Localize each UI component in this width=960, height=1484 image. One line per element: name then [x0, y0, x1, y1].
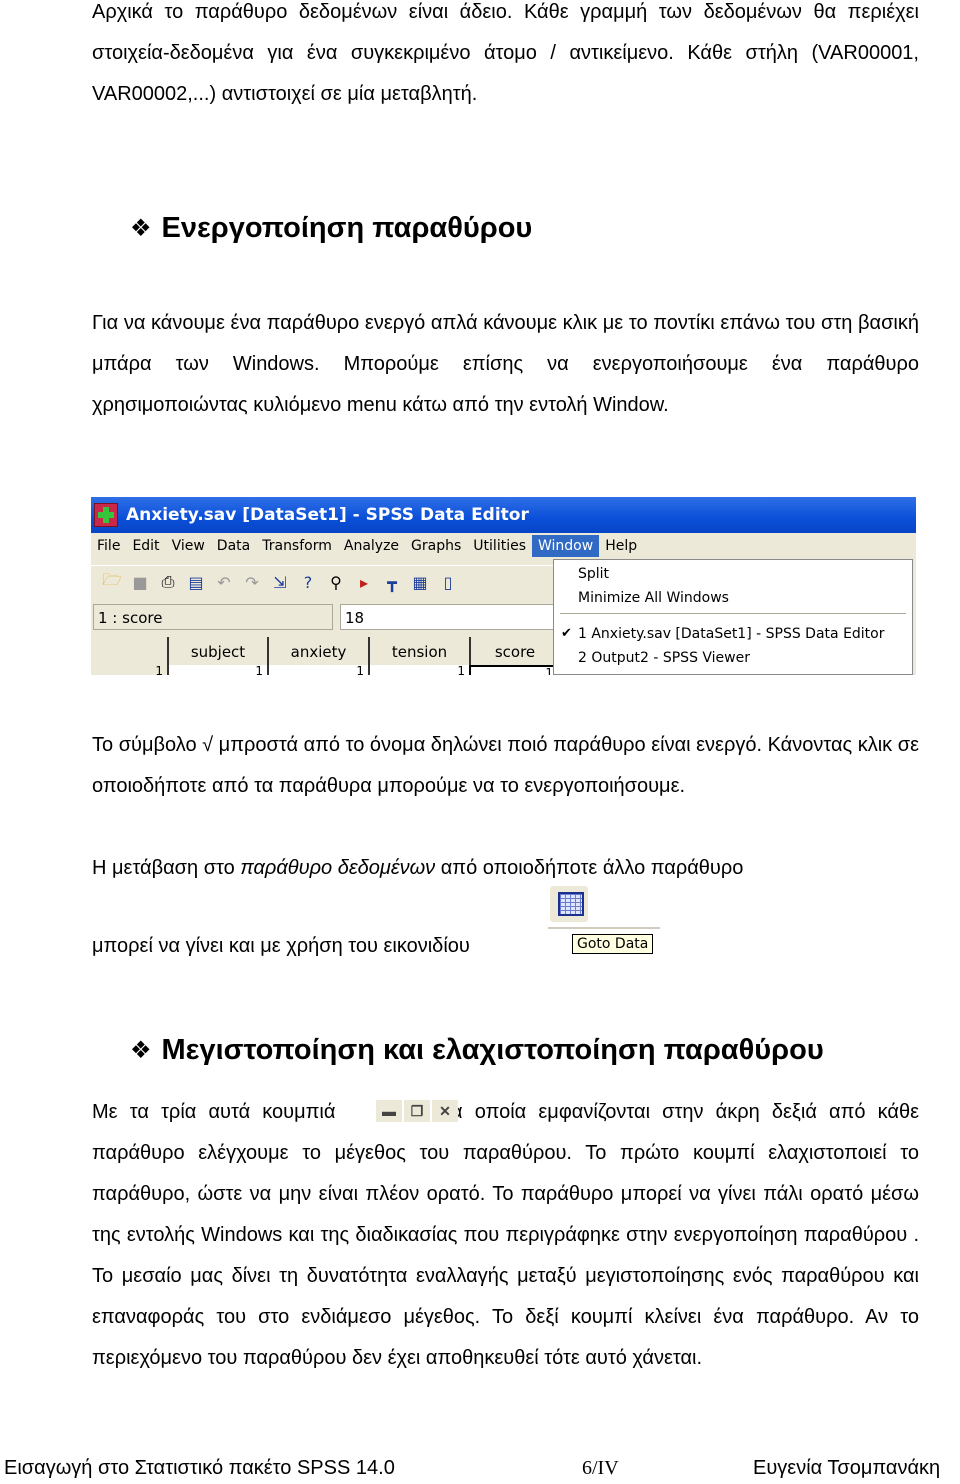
- text: από οποιοδήποτε άλλο παράθυρο: [435, 857, 744, 879]
- save-icon[interactable]: ■: [129, 572, 151, 592]
- split-file-icon[interactable]: ▦: [409, 572, 431, 592]
- close-icon[interactable]: ✕: [432, 1100, 458, 1122]
- menu-bar: File Edit View Data Transform Analyze Gr…: [91, 535, 643, 557]
- cell-value-input[interactable]: 18: [340, 604, 570, 630]
- goto-data-sentence-end: μπορεί να γίνει και με χρήση του εικονιδ…: [92, 926, 919, 967]
- menu-analyze[interactable]: Analyze: [338, 535, 405, 557]
- menu-help[interactable]: Help: [599, 535, 643, 557]
- activate-window-paragraph: Για να κάνουμε ένα παράθυρο ενεργό απλά …: [92, 312, 919, 416]
- spss-app-icon: [94, 503, 118, 527]
- window-controls-image: ▬ ❐ ✕: [376, 1100, 460, 1122]
- text: τα οποία εμφανίζονται στην άκρη δεξιά απ…: [92, 1101, 920, 1369]
- menu-item-window-2[interactable]: 2 Output2 - SPSS Viewer: [578, 650, 750, 666]
- menu-edit[interactable]: Edit: [126, 535, 165, 557]
- footer-page-number: 6/IV: [582, 1457, 619, 1479]
- cell-editor-bar: 1 : score 18: [91, 604, 570, 632]
- undo-icon[interactable]: ↶: [213, 572, 235, 592]
- section-heading-maximize-minimize: ❖ Μεγιστοποίηση και ελαχιστοποίηση παραθ…: [130, 1034, 824, 1067]
- weight-cases-icon[interactable]: ▯: [437, 572, 459, 592]
- cell[interactable]: 1: [167, 665, 267, 675]
- title-bar: Anxiety.sav [DataSet1] - SPSS Data Edito…: [91, 497, 916, 533]
- section-title: Ενεργοποίηση παραθύρου: [161, 212, 533, 244]
- redo-icon[interactable]: ↷: [241, 572, 263, 592]
- bullet-icon: ❖: [130, 215, 152, 242]
- grid-header-row: subject anxiety tension score: [91, 637, 559, 665]
- menu-file[interactable]: File: [91, 535, 126, 557]
- menu-data[interactable]: Data: [211, 535, 256, 557]
- variables-icon[interactable]: ?: [297, 572, 319, 592]
- section-title: Μεγιστοποίηση και ελαχιστοποίηση παραθύρ…: [161, 1034, 824, 1066]
- insert-case-icon[interactable]: ▸: [353, 572, 375, 592]
- toolbar: 🗁 ■ ⎙ ▤ ↶ ↷ ⇲ ? ⚲ ▸ ┳ ▦ ▯: [91, 565, 561, 598]
- intro-paragraph: Αρχικά το παράθυρο δεδομένων είναι άδειο…: [92, 1, 919, 105]
- row-header-corner: [91, 637, 167, 665]
- column-header-score[interactable]: score: [469, 637, 559, 665]
- cell[interactable]: 1: [267, 665, 368, 675]
- data-grid-icon: [558, 892, 584, 916]
- window-title: Anxiety.sav [DataSet1] - SPSS Data Edito…: [126, 505, 529, 525]
- cell-selected[interactable]: 1: [469, 665, 559, 675]
- dialog-recall-icon[interactable]: ▤: [185, 572, 207, 592]
- goto-data-button-image: Goto Data: [548, 884, 660, 960]
- column-header-anxiety[interactable]: anxiety: [267, 637, 368, 665]
- goto-data-button[interactable]: [550, 886, 588, 922]
- column-header-subject[interactable]: subject: [167, 637, 267, 665]
- table-row: 1 1 1 1 1: [91, 665, 559, 675]
- menu-utilities[interactable]: Utilities: [467, 535, 532, 557]
- menu-transform[interactable]: Transform: [256, 535, 338, 557]
- menu-window[interactable]: Window: [532, 535, 600, 557]
- menu-item-split[interactable]: Split: [578, 566, 609, 582]
- insert-variable-icon[interactable]: ┳: [381, 572, 403, 592]
- goto-data-sentence: Η μετάβαση στο παράθυρο δεδομένων από οπ…: [92, 848, 919, 889]
- menu-graphs[interactable]: Graphs: [405, 535, 467, 557]
- goto-case-icon[interactable]: ⇲: [269, 572, 291, 592]
- cell[interactable]: 1: [368, 665, 469, 675]
- cell-reference: 1 : score: [93, 604, 333, 630]
- minimize-icon[interactable]: ▬: [376, 1100, 402, 1122]
- open-folder-icon[interactable]: 🗁: [101, 570, 123, 592]
- text: μπορεί να γίνει και με χρήση του εικονιδ…: [92, 935, 470, 957]
- bullet-icon: ❖: [130, 1037, 152, 1064]
- section-heading-activate-window: ❖ Ενεργοποίηση παραθύρου: [130, 212, 532, 245]
- checkmark-icon: ✔: [561, 626, 572, 641]
- menu-item-window-1[interactable]: ✔ 1 Anxiety.sav [DataSet1] - SPSS Data E…: [561, 626, 885, 642]
- print-icon[interactable]: ⎙: [157, 572, 179, 592]
- menu-item-minimize-all[interactable]: Minimize All Windows: [578, 590, 729, 606]
- column-header-tension[interactable]: tension: [368, 637, 469, 665]
- menu-item-label: 1 Anxiety.sav [DataSet1] - SPSS Data Edi…: [578, 626, 885, 642]
- menu-view[interactable]: View: [166, 535, 211, 557]
- goto-data-tooltip: Goto Data: [572, 934, 654, 954]
- data-grid: subject anxiety tension score 1 1 1 1 1: [91, 637, 559, 675]
- find-icon[interactable]: ⚲: [325, 572, 347, 592]
- window-menu-dropdown: Split Minimize All Windows ✔ 1 Anxiety.s…: [553, 559, 913, 675]
- spss-data-editor-screenshot: Anxiety.sav [DataSet1] - SPSS Data Edito…: [91, 497, 916, 675]
- text: Η μετάβαση στο: [92, 857, 241, 879]
- window-controls-paragraph: Με τα τρία αυτά κουμπιά τα οποία εμφανίζο…: [92, 1092, 919, 1379]
- toolbar-divider: [548, 927, 660, 929]
- footer-author: Ευγενία Τσομπανάκη: [753, 1457, 941, 1479]
- footer-title: Εισαγωγή στο Στατιστικό πακέτο SPSS 14.0: [4, 1457, 395, 1479]
- text: Με τα τρία αυτά κουμπιά: [92, 1101, 336, 1123]
- italic-text: παράθυρο δεδομένων: [240, 857, 436, 879]
- row-number[interactable]: 1: [91, 665, 167, 675]
- restore-icon[interactable]: ❐: [404, 1100, 430, 1122]
- menu-separator: [560, 613, 906, 614]
- checkmark-explanation-paragraph: Το σύμβολο √ μπροστά από το όνομα δηλώνε…: [92, 734, 919, 797]
